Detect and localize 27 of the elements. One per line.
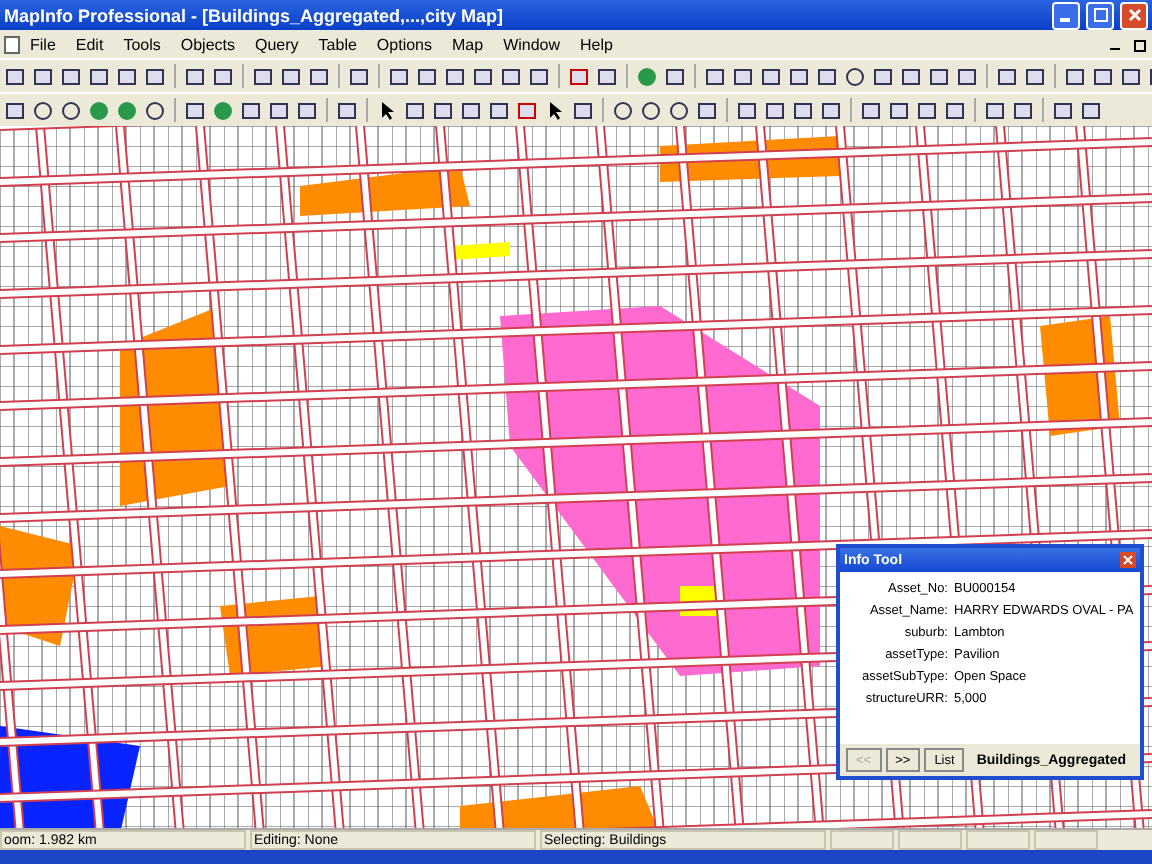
- menu-item[interactable]: Edit: [65, 35, 114, 53]
- minimize-button[interactable]: [1052, 1, 1080, 29]
- status-panel: [898, 830, 962, 850]
- window-title: MapInfo Professional - [Buildings_Aggregated,...,city Map]: [4, 5, 506, 25]
- ellipse-icon[interactable]: [842, 63, 868, 89]
- menu-item[interactable]: Window: [493, 35, 571, 53]
- status-panel: [830, 830, 894, 850]
- maximize-icon: [1093, 8, 1107, 22]
- menu-item[interactable]: Table: [308, 35, 367, 53]
- menu-item[interactable]: Map: [442, 35, 494, 53]
- menu-item[interactable]: Objects: [170, 35, 245, 53]
- menu-item[interactable]: Tools: [113, 35, 171, 53]
- document-icon[interactable]: [4, 35, 20, 53]
- menu-item[interactable]: Query: [245, 35, 309, 53]
- restore-icon[interactable]: [1132, 36, 1148, 52]
- close-icon[interactable]: [1120, 552, 1136, 568]
- status-panel: [1034, 830, 1098, 850]
- close-icon: [1127, 8, 1141, 22]
- circle-icon[interactable]: [58, 97, 84, 123]
- close-button[interactable]: [1120, 1, 1148, 29]
- menu-item[interactable]: Help: [570, 35, 623, 53]
- status-panel: [966, 830, 1030, 850]
- maximize-button[interactable]: [1086, 1, 1114, 29]
- menu-item[interactable]: Options: [366, 35, 442, 53]
- menu-item[interactable]: File: [20, 35, 66, 53]
- circle-icon[interactable]: [30, 97, 56, 123]
- circle-icon[interactable]: [142, 97, 168, 123]
